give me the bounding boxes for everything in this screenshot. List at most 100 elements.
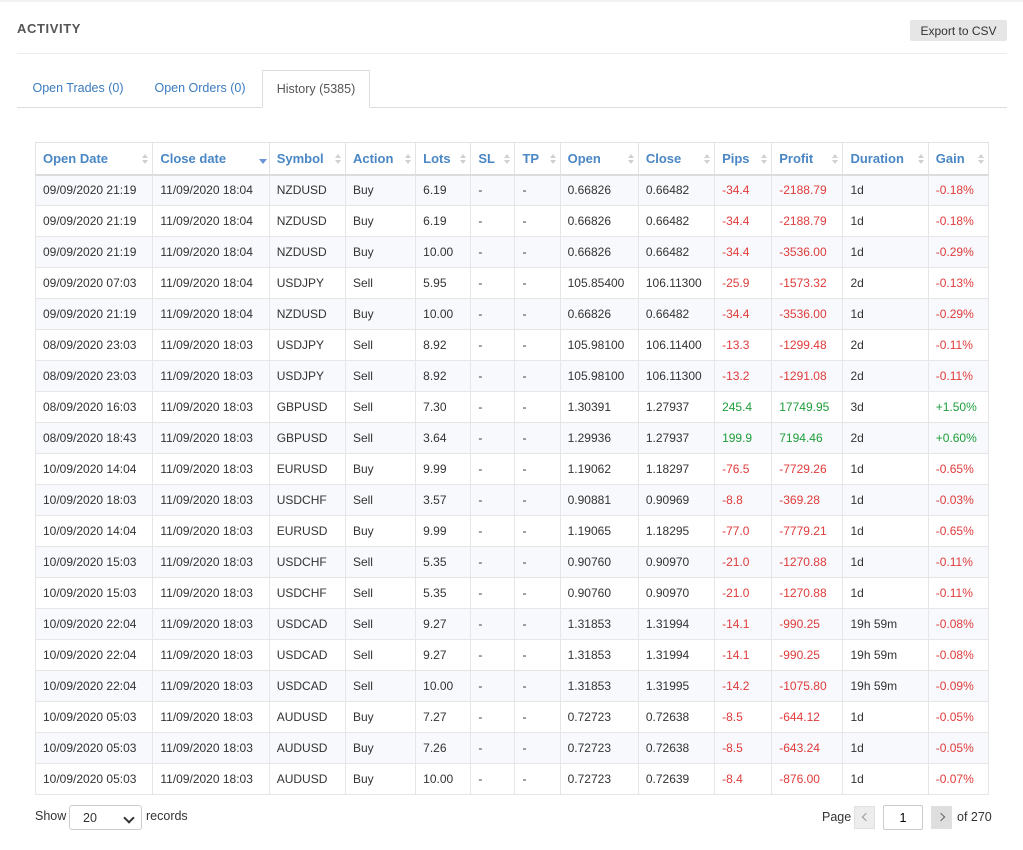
table-row: 09/09/2020 21:19 11/09/2020 18:04 NZDUSD Bu… xyxy=(34,174,990,206)
cell-open: 1.29936 xyxy=(559,422,639,454)
cell-duration: 19h 59m xyxy=(842,608,929,640)
table-row: 09/09/2020 21:19 11/09/2020 18:04 NZDUSD Bu… xyxy=(34,236,990,268)
cell-duration: 1d xyxy=(842,701,929,733)
cell-lots: 10.00 xyxy=(415,298,472,330)
cell-lots: 7.27 xyxy=(415,701,472,733)
cell-tp: - xyxy=(514,422,561,454)
column-header-symbol[interactable]: Symbol xyxy=(268,142,346,176)
previous-page-button[interactable] xyxy=(854,806,875,829)
cell-symbol: USDJPY xyxy=(268,329,346,361)
cell-close: 1.27937 xyxy=(637,422,716,454)
column-header-pips[interactable]: Pips xyxy=(714,142,773,176)
cell-action: Buy xyxy=(344,732,417,764)
column-header-close-date[interactable]: Close date xyxy=(152,142,270,176)
cell-symbol: NZDUSD xyxy=(268,298,346,330)
cell-duration: 1d xyxy=(842,546,929,578)
cell-symbol: USDCAD xyxy=(268,670,346,702)
cell-sl: - xyxy=(470,298,516,330)
chevron-left-icon xyxy=(861,812,871,822)
cell-pips: -14.2 xyxy=(714,670,773,702)
cell-close: 106.11400 xyxy=(637,329,716,361)
cell-gain: -0.65% xyxy=(927,453,990,485)
cell-lots: 6.19 xyxy=(415,205,472,237)
cell-symbol: USDCAD xyxy=(268,639,346,671)
cell-action: Sell xyxy=(344,546,417,578)
cell-gain: -0.11% xyxy=(927,360,990,392)
tab-open-trades[interactable]: Open Trades (0) xyxy=(17,70,139,107)
cell-profit: -1270.88 xyxy=(771,546,844,578)
column-header-sl[interactable]: SL xyxy=(470,142,516,176)
table-row: 10/09/2020 15:03 11/09/2020 18:03 USDCHF Se… xyxy=(34,577,990,609)
records-per-page-select[interactable]: 20 xyxy=(69,805,142,830)
cell-close: 1.27937 xyxy=(637,391,716,423)
cell-open-date: 10/09/2020 05:03 xyxy=(34,701,154,733)
cell-sl: - xyxy=(470,484,516,516)
column-header-gain[interactable]: Gain xyxy=(927,142,990,176)
cell-open: 0.90881 xyxy=(559,484,639,516)
cell-open-date: 09/09/2020 07:03 xyxy=(34,267,154,299)
column-header-open[interactable]: Open xyxy=(559,142,639,176)
column-header-duration[interactable]: Duration xyxy=(842,142,929,176)
column-header-close[interactable]: Close xyxy=(637,142,716,176)
cell-open-date: 10/09/2020 05:03 xyxy=(34,732,154,764)
cell-gain: -0.03% xyxy=(927,484,990,516)
cell-symbol: EURUSD xyxy=(268,453,346,485)
chevron-down-icon xyxy=(123,812,135,824)
cell-close-date: 11/09/2020 18:03 xyxy=(152,763,270,795)
column-header-label: Lots xyxy=(423,150,451,166)
cell-symbol: NZDUSD xyxy=(268,205,346,237)
cell-sl: - xyxy=(470,391,516,423)
table-row: 08/09/2020 16:03 11/09/2020 18:03 GBPUSD Se… xyxy=(34,391,990,423)
table-row: 10/09/2020 15:03 11/09/2020 18:03 USDCHF Se… xyxy=(34,546,990,578)
cell-open-date: 08/09/2020 18:43 xyxy=(34,422,154,454)
cell-action: Buy xyxy=(344,763,417,795)
cell-lots: 6.19 xyxy=(415,174,472,206)
cell-duration: 1d xyxy=(842,732,929,764)
table-row: 10/09/2020 05:03 11/09/2020 18:03 AUDUSD Bu… xyxy=(34,732,990,764)
cell-close-date: 11/09/2020 18:03 xyxy=(152,701,270,733)
cell-open-date: 10/09/2020 15:03 xyxy=(34,546,154,578)
cell-duration: 1d xyxy=(842,298,929,330)
tab-open-orders[interactable]: Open Orders (0) xyxy=(139,70,261,107)
cell-gain: -0.11% xyxy=(927,329,990,361)
cell-profit: -3536.00 xyxy=(771,298,844,330)
cell-open: 0.66826 xyxy=(559,298,639,330)
cell-profit: 17749.95 xyxy=(771,391,844,423)
cell-tp: - xyxy=(514,546,561,578)
column-header-profit[interactable]: Profit xyxy=(771,142,844,176)
history-table: Open Date Close date Symbol Action Lots SL TP O… xyxy=(34,142,990,795)
page-number-input[interactable] xyxy=(883,805,923,830)
sort-icon xyxy=(978,154,984,164)
column-header-tp[interactable]: TP xyxy=(514,142,561,176)
cell-pips: -14.1 xyxy=(714,639,773,671)
cell-action: Sell xyxy=(344,484,417,516)
column-header-open-date[interactable]: Open Date xyxy=(34,142,154,176)
cell-close-date: 11/09/2020 18:04 xyxy=(152,298,270,330)
column-header-lots[interactable]: Lots xyxy=(415,142,472,176)
tab-history[interactable]: History (5385) xyxy=(262,70,370,108)
cell-sl: - xyxy=(470,515,516,547)
cell-close: 1.31994 xyxy=(637,608,716,640)
cell-action: Buy xyxy=(344,174,417,206)
cell-pips: -13.2 xyxy=(714,360,773,392)
cell-open: 0.90760 xyxy=(559,546,639,578)
page-label: Page xyxy=(822,810,852,824)
cell-duration: 19h 59m xyxy=(842,670,929,702)
next-page-button[interactable] xyxy=(931,806,952,829)
cell-profit: -3536.00 xyxy=(771,236,844,268)
table-row: 08/09/2020 23:03 11/09/2020 18:03 USDJPY Se… xyxy=(34,360,990,392)
cell-profit: -7729.26 xyxy=(771,453,844,485)
sort-icon xyxy=(627,154,634,164)
export-csv-button[interactable]: Export to CSV xyxy=(910,20,1007,41)
cell-duration: 1d xyxy=(842,453,929,485)
cell-sl: - xyxy=(470,608,516,640)
column-header-label: Profit xyxy=(779,150,814,166)
cell-open-date: 10/09/2020 14:04 xyxy=(34,515,154,547)
cell-duration: 19h 59m xyxy=(842,639,929,671)
cell-close: 0.66482 xyxy=(637,205,716,237)
cell-gain: -0.13% xyxy=(927,267,990,299)
cell-lots: 5.35 xyxy=(415,546,472,578)
cell-gain: -0.65% xyxy=(927,515,990,547)
column-header-action[interactable]: Action xyxy=(344,142,417,176)
sort-icon xyxy=(504,154,511,164)
